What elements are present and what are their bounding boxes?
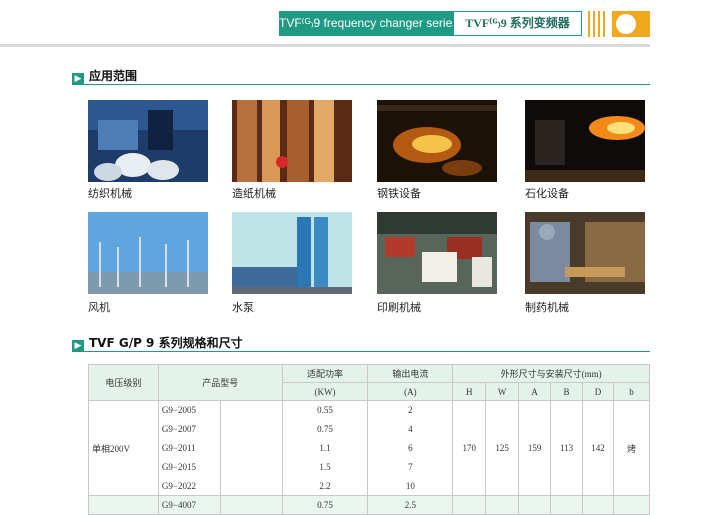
header-a: A	[518, 382, 552, 401]
current-cell: 2	[367, 400, 454, 420]
circle-icon	[616, 14, 636, 34]
section-applications: ▶ 应用范围	[72, 67, 137, 85]
caption-paper: 造纸机械	[232, 187, 276, 200]
dim-a-cell: 159	[518, 400, 552, 496]
dim-cell	[612, 495, 651, 515]
section-title: 应用范围	[89, 69, 138, 83]
model-extra-cell	[219, 457, 283, 477]
brand-block	[612, 11, 650, 37]
current-cell: 7	[367, 457, 454, 477]
dim-cell	[485, 495, 520, 515]
header-power-unit: (KW)	[281, 382, 369, 401]
model-cell: G9−2011	[157, 438, 221, 458]
dim-w-cell: 125	[485, 400, 520, 496]
model-extra-cell	[219, 495, 283, 515]
series-title-cn: TVF⁽ᴳ₎9 系列变频器	[453, 11, 582, 36]
dim-d-cell: 142	[582, 400, 614, 496]
current-cell: 6	[367, 438, 454, 458]
section-specs: ▶ TVF G/P 9 系列规格和尺寸	[72, 334, 243, 352]
model-extra-cell	[219, 476, 283, 496]
power-cell: 2.2	[281, 476, 369, 496]
current-cell: 4	[367, 419, 454, 439]
section-rule	[72, 351, 650, 352]
header-voltage: 电压级别	[88, 364, 159, 401]
header-d: D	[582, 382, 614, 401]
caption-wind: 风机	[88, 301, 110, 314]
water-pump-photo	[232, 212, 352, 294]
header-dims: 外形尺寸与安装尺寸(mm)	[452, 364, 650, 383]
model-cell: G9−2022	[157, 476, 221, 496]
spec-table: 电压级别 产品型号 适配功率 输出电流 外形尺寸与安装尺寸(mm) (KW) (…	[88, 364, 651, 515]
series-title-en: TVF⁽ᴳ₎9 frequency changer series	[279, 11, 458, 36]
model-cell: G9−4007	[157, 495, 221, 515]
power-cell: 0.75	[281, 419, 369, 439]
voltage-cell	[88, 495, 159, 515]
caption-pharma: 制药机械	[525, 301, 569, 314]
dim-b-cell: 113	[550, 400, 584, 496]
header-current: 输出电流	[367, 364, 454, 383]
dim-cell	[518, 495, 552, 515]
caption-petrochem: 石化设备	[525, 187, 569, 200]
dim-bb-cell: 烤	[612, 400, 651, 496]
printing-machine-photo	[377, 212, 497, 294]
header-b: B	[550, 382, 584, 401]
power-cell: 0.75	[281, 495, 369, 515]
header-w: W	[485, 382, 520, 401]
model-extra-cell	[219, 438, 283, 458]
model-cell: G9−2015	[157, 457, 221, 477]
model-extra-cell	[219, 419, 283, 439]
header-current-unit: (A)	[367, 382, 454, 401]
header-bb: b	[612, 382, 651, 401]
current-cell: 10	[367, 476, 454, 496]
voltage-cell: 单相200V	[88, 400, 159, 496]
power-cell: 1.1	[281, 438, 369, 458]
wind-turbine-photo	[88, 212, 208, 294]
dim-cell	[452, 495, 487, 515]
stripe-decoration	[588, 11, 608, 37]
caption-steel: 钢铁设备	[377, 187, 421, 200]
caption-textile: 纺织机械	[88, 187, 132, 200]
model-cell: G9−2007	[157, 419, 221, 439]
header-model: 产品型号	[157, 364, 283, 401]
power-cell: 0.55	[281, 400, 369, 420]
current-cell: 2.5	[367, 495, 454, 515]
model-cell: G9−2005	[157, 400, 221, 420]
header-rule	[0, 44, 650, 47]
header-h: H	[452, 382, 487, 401]
caption-pump: 水泵	[232, 301, 254, 314]
section-title: TVF G/P 9 系列规格和尺寸	[89, 336, 243, 350]
steel-equipment-photo	[377, 100, 497, 182]
dim-cell	[550, 495, 584, 515]
power-cell: 1.5	[281, 457, 369, 477]
model-extra-cell	[219, 400, 283, 420]
petrochemical-photo	[525, 100, 645, 182]
paper-machine-photo	[232, 100, 352, 182]
textile-machine-photo	[88, 100, 208, 182]
dim-cell	[582, 495, 614, 515]
dim-h-cell: 170	[452, 400, 487, 496]
header-power: 适配功率	[281, 364, 369, 383]
pharma-machine-photo	[525, 212, 645, 294]
section-rule	[72, 84, 650, 85]
caption-printing: 印刷机械	[377, 301, 421, 314]
